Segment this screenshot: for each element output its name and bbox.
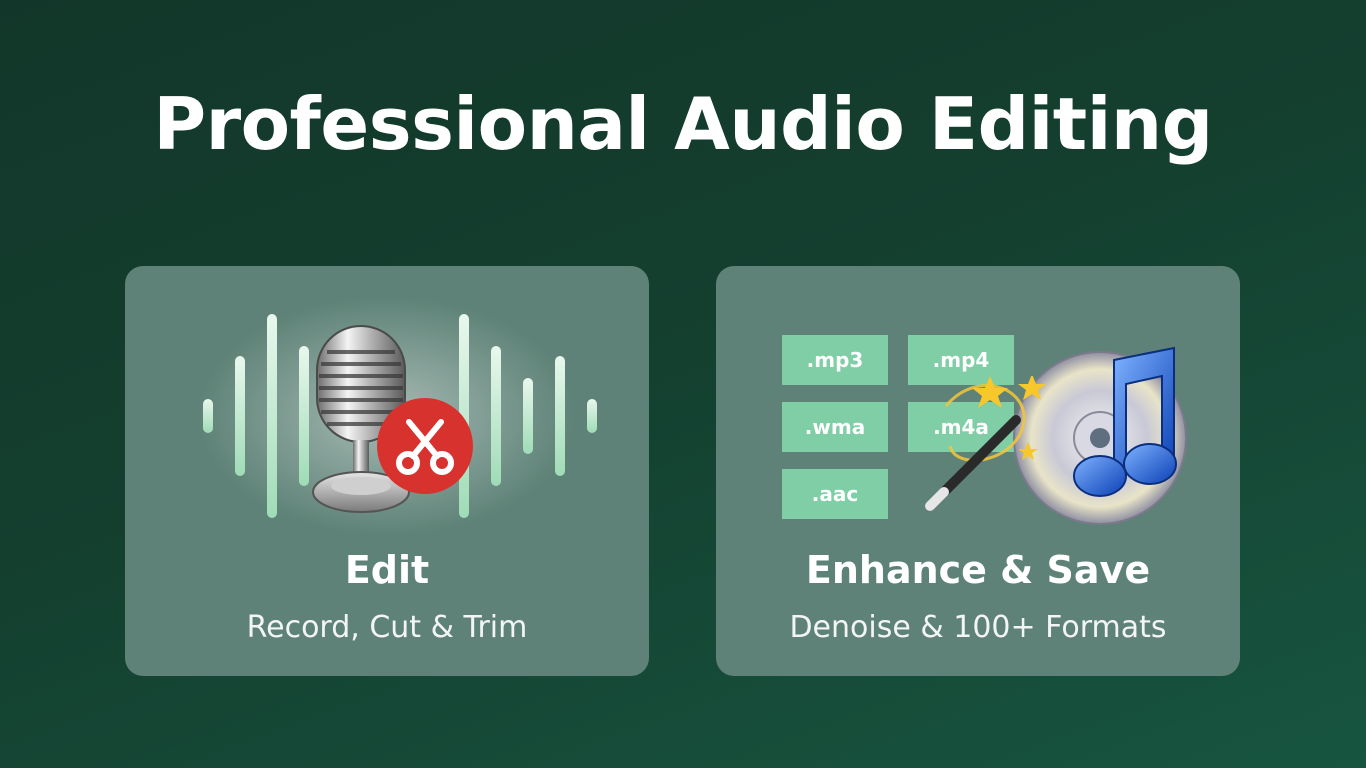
magic-wand-icon — [925, 376, 1046, 511]
edit-card-title: Edit — [344, 548, 430, 592]
format-chip-wma: .wma — [782, 402, 888, 452]
enhance-card-title: Enhance & Save — [805, 548, 1151, 592]
format-chip-aac: .aac — [782, 469, 888, 519]
format-chip-mp3: .mp3 — [782, 335, 888, 385]
scissors-icon — [377, 398, 473, 494]
edit-card-subtitle: Record, Cut & Trim — [246, 610, 528, 645]
enhance-card-subtitle: Denoise & 100+ Formats — [789, 610, 1167, 645]
page-title: Professional Audio Editing — [153, 82, 1213, 166]
